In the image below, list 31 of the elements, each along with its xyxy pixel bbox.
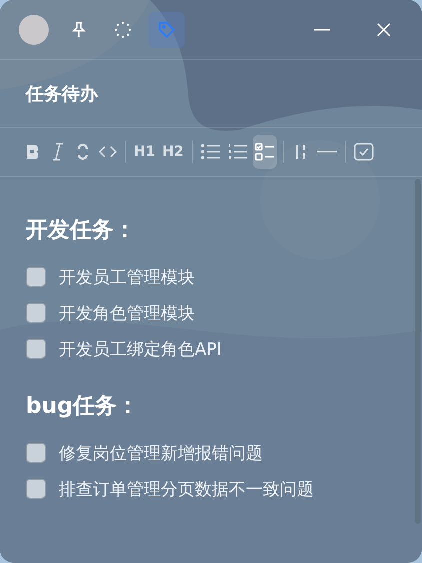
task-text: 开发角色管理模块 [59, 302, 195, 324]
section-heading: bug任务： [26, 393, 140, 421]
code-icon [99, 145, 117, 159]
task-list-button[interactable] [252, 135, 277, 169]
task-checkbox[interactable] [26, 267, 46, 287]
task-checkbox[interactable] [26, 339, 46, 359]
heading-button[interactable]: H1 [132, 135, 158, 169]
note-title: 任务待办 [26, 82, 98, 106]
close-icon [376, 22, 392, 38]
heading-button[interactable]: H2 [160, 135, 186, 169]
task-text: 开发员工管理模块 [59, 266, 195, 288]
dotted-circle-icon [114, 20, 132, 38]
tag-icon [157, 20, 177, 40]
task-text: 排查订单管理分页数据不一致问题 [59, 478, 314, 500]
horizontal-rule-icon [316, 150, 337, 154]
bullet-list-icon [200, 144, 221, 160]
italic-icon [51, 143, 65, 161]
section-heading: 开发任务： [26, 217, 137, 245]
pin-icon [70, 20, 88, 38]
task-checkbox[interactable] [26, 303, 46, 323]
numbered-list-icon [228, 144, 248, 160]
strikethrough-icon [78, 143, 88, 161]
task-list-icon [254, 143, 275, 161]
checkbox-icon [354, 143, 374, 161]
bold-icon [26, 144, 40, 160]
task-checkbox[interactable] [26, 443, 46, 463]
minimize-icon [314, 28, 330, 30]
columns-icon [294, 144, 307, 160]
task-checkbox[interactable] [26, 479, 46, 499]
task-text: 开发员工绑定角色API [59, 338, 222, 360]
task-text: 修复岗位管理新增报错问题 [59, 442, 263, 464]
